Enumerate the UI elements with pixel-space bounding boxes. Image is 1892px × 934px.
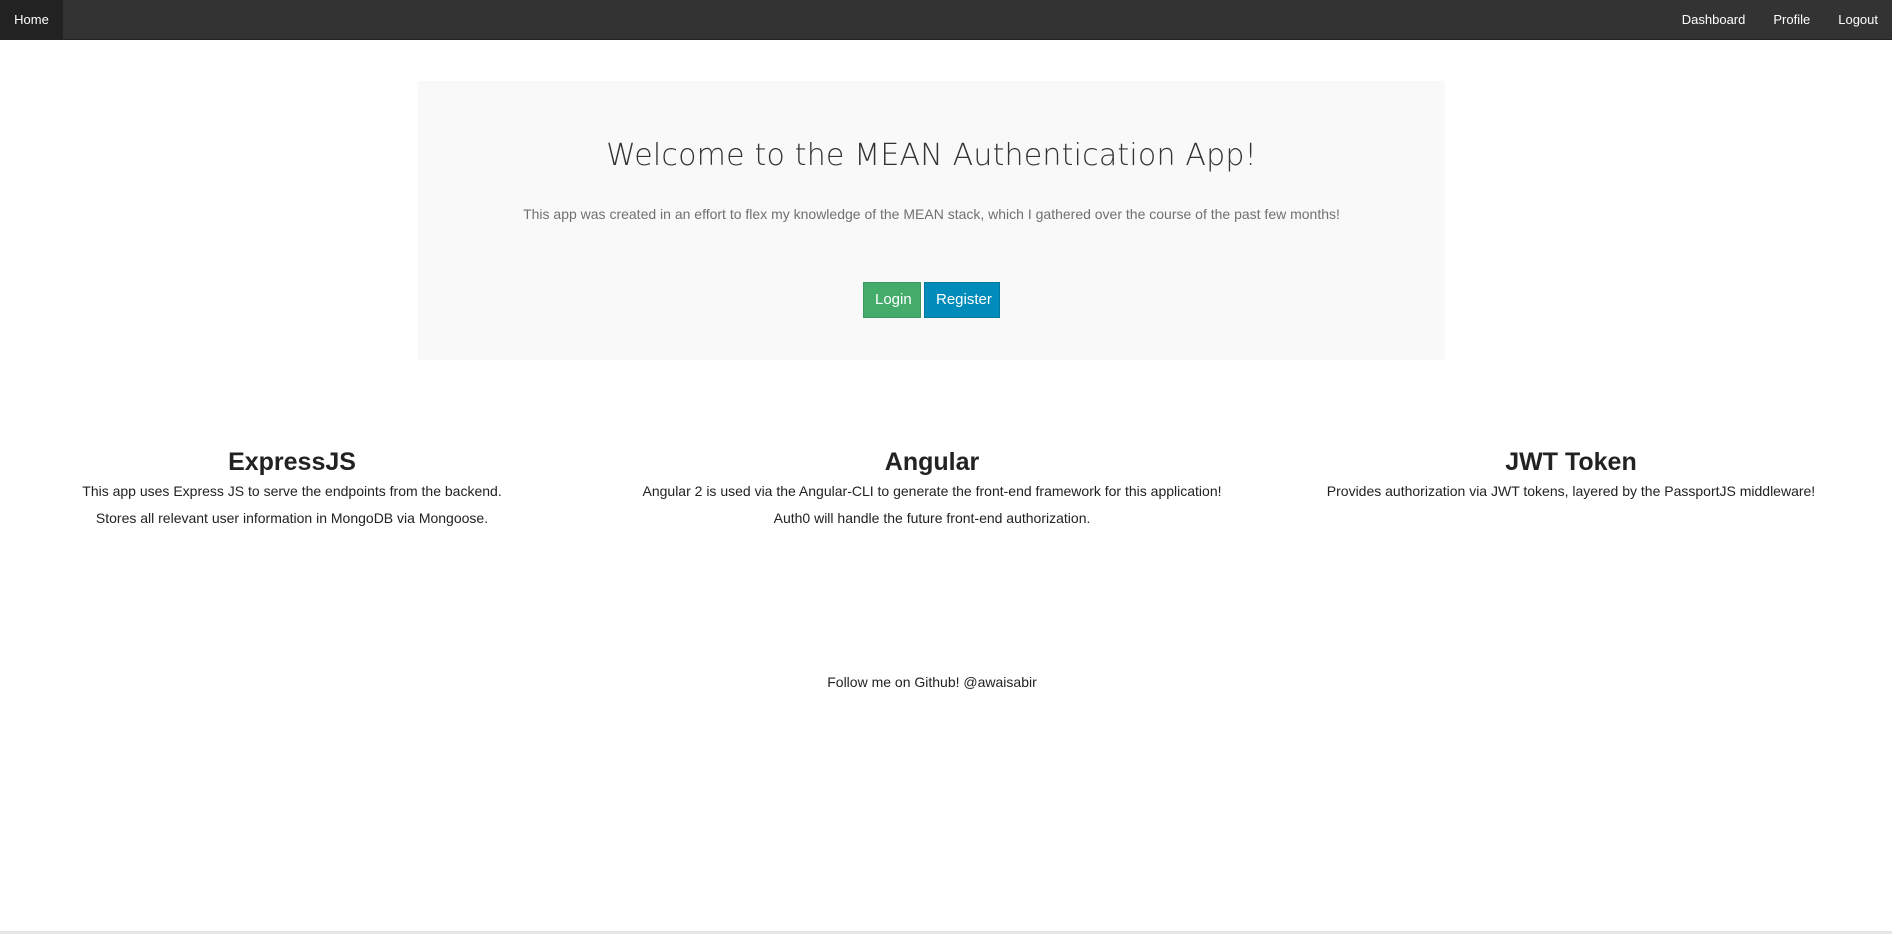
nav-logout-link[interactable]: Logout <box>1824 0 1892 39</box>
nav-dashboard-link[interactable]: Dashboard <box>1668 0 1760 39</box>
nav-home-link[interactable]: Home <box>0 0 63 39</box>
feature-title: Angular <box>884 448 980 476</box>
feature-expressjs: ExpressJS This app uses Express JS to se… <box>40 446 544 532</box>
login-button[interactable]: Login <box>863 282 921 318</box>
feature-text: Auth0 will handle the future front-end a… <box>773 510 1091 526</box>
feature-text: Provides authorization via JWT tokens, l… <box>1326 483 1816 499</box>
nav-profile-link[interactable]: Profile <box>1759 0 1824 39</box>
feature-text: Angular 2 is used via the Angular-CLI to… <box>642 483 1222 499</box>
feature-title: JWT Token <box>1505 448 1637 476</box>
welcome-title: Welcome to the MEAN Authentication App! <box>606 138 1257 173</box>
auth-buttons: Login Register <box>418 282 1445 318</box>
github-footer-text: Follow me on Github! @awaisabir <box>827 674 1037 690</box>
feature-title: ExpressJS <box>228 448 356 476</box>
feature-text: Stores all relevant user information in … <box>95 510 489 526</box>
feature-jwt-token: JWT Token Provides authorization via JWT… <box>1310 446 1832 505</box>
welcome-jumbotron: Welcome to the MEAN Authentication App! … <box>418 81 1445 360</box>
feature-angular: Angular Angular 2 is used via the Angula… <box>600 446 1264 532</box>
feature-text: This app uses Express JS to serve the en… <box>82 483 502 499</box>
welcome-lead: This app was created in an effort to fle… <box>523 206 1340 222</box>
nav-right-links: Dashboard Profile Logout <box>1668 0 1892 39</box>
navbar: Home Dashboard Profile Logout <box>0 0 1892 40</box>
register-button[interactable]: Register <box>924 282 1000 318</box>
